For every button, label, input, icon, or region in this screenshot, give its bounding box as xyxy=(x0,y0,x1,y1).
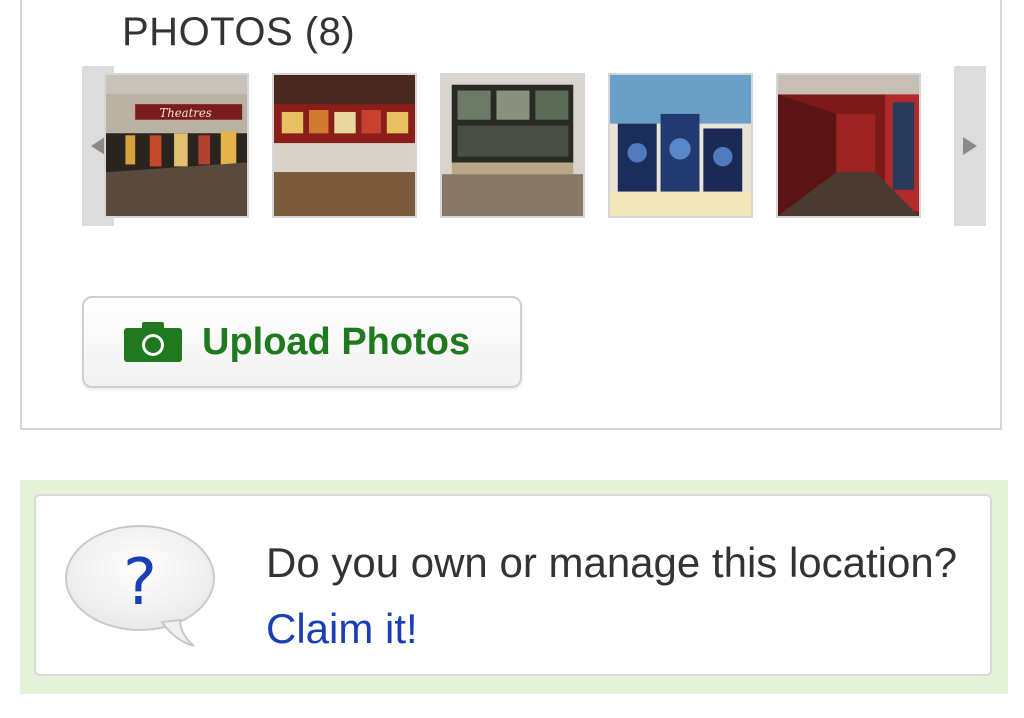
claim-location-box: ? Do you own or manage this location? Cl… xyxy=(20,480,1008,694)
carousel-next-button[interactable] xyxy=(954,66,986,226)
claim-location-panel: ? Do you own or manage this location? Cl… xyxy=(34,494,992,676)
upload-photos-button[interactable]: Upload Photos xyxy=(82,296,522,388)
photo-thumbnail-ticket-window[interactable] xyxy=(440,73,585,218)
photos-panel: PHOTOS (8) Theatres Upload Photos xyxy=(20,0,1002,430)
claim-question-text: Do you own or manage this location? xyxy=(266,539,958,586)
photo-thumbnail-concession[interactable] xyxy=(272,73,417,218)
concession-photo xyxy=(274,75,415,216)
camera-icon xyxy=(124,322,182,362)
lobby-photo: Theatres xyxy=(106,75,247,216)
ticket-window-photo xyxy=(442,75,583,216)
svg-text:Theatres: Theatres xyxy=(159,106,211,120)
photos-title: PHOTOS (8) xyxy=(122,10,356,54)
photo-thumbnail-lobby[interactable]: Theatres xyxy=(104,73,249,218)
question-bubble-icon: ? xyxy=(65,525,215,647)
upload-photos-label: Upload Photos xyxy=(202,320,471,363)
svg-text:?: ? xyxy=(123,546,157,620)
hallway-photo xyxy=(778,75,919,216)
claim-message: Do you own or manage this location? Clai… xyxy=(266,530,966,662)
popcorn-display-photo xyxy=(610,75,751,216)
claim-it-link[interactable]: Claim it! xyxy=(266,605,418,652)
photo-thumbnail-hallway[interactable] xyxy=(776,73,921,218)
photo-thumbnail-popcorn-display[interactable] xyxy=(608,73,753,218)
triangle-right-icon xyxy=(963,137,977,155)
